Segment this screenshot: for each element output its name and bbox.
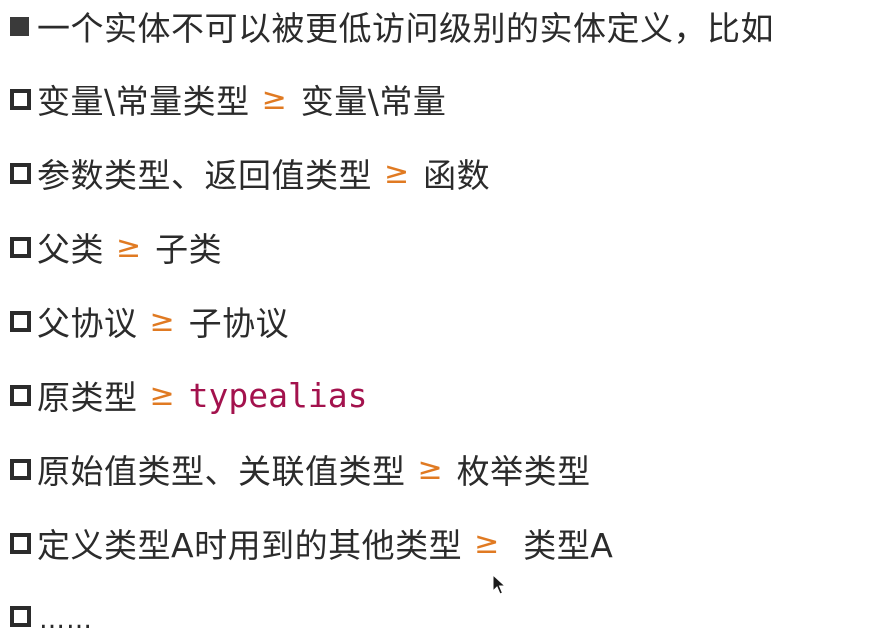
hollow-square-bullet-icon [10, 310, 31, 332]
ellipsis-item: …… [10, 594, 93, 638]
headline: 一个实体不可以被更低访问级别的实体定义，比如 [10, 4, 774, 48]
hollow-square-bullet-icon [10, 532, 31, 554]
slide: 一个实体不可以被更低访问级别的实体定义，比如 变量\常量类型 ≥ 变量\常量 参… [0, 0, 894, 642]
rule-lhs: 原类型 [37, 378, 138, 417]
rule-item: 原类型 ≥ typealias [10, 373, 367, 417]
rule-item: 参数类型、返回值类型 ≥ 函数 [10, 151, 490, 195]
rule-operator: ≥ [149, 303, 175, 339]
rule-operator: ≥ [417, 451, 443, 487]
rule-operator: ≥ [149, 377, 175, 413]
rule-operator: ≥ [261, 81, 287, 117]
rule-operator: ≥ [474, 525, 500, 561]
hollow-square-bullet-icon [10, 88, 31, 110]
rule-rhs: 枚举类型 [456, 452, 591, 491]
hollow-square-bullet-icon [10, 162, 31, 184]
ellipsis-text: …… [39, 605, 93, 635]
rule-rhs: 子类 [155, 230, 223, 269]
rule-item: 父类 ≥ 子类 [10, 225, 222, 269]
rule-lhs: 父协议 [37, 304, 138, 343]
rule-lhs: 原始值类型、关联值类型 [37, 452, 406, 491]
rule-lhs: 父类 [37, 230, 104, 269]
rule-rhs: 子协议 [188, 304, 290, 343]
hollow-square-bullet-icon [10, 605, 31, 627]
rule-lhs: 定义类型A时用到的其他类型 [37, 526, 463, 565]
filled-square-bullet-icon [10, 16, 29, 36]
hollow-square-bullet-icon [10, 458, 31, 480]
rule-rhs: 类型A [523, 526, 614, 565]
rule-operator: ≥ [116, 229, 142, 265]
rule-rhs: 变量\常量 [300, 82, 447, 121]
rule-item: 变量\常量类型 ≥ 变量\常量 [10, 77, 446, 121]
hollow-square-bullet-icon [10, 384, 31, 406]
rule-rhs: 函数 [423, 156, 491, 195]
rule-lhs: 参数类型、返回值类型 [37, 156, 372, 195]
hollow-square-bullet-icon [10, 236, 31, 258]
rule-lhs: 变量\常量类型 [37, 82, 250, 121]
rule-rhs-code: typealias [188, 375, 368, 415]
headline-text: 一个实体不可以被更低访问级别的实体定义，比如 [37, 9, 774, 48]
rule-item: 父协议 ≥ 子协议 [10, 299, 289, 343]
rule-item: 定义类型A时用到的其他类型 ≥ 类型A [10, 521, 613, 565]
mouse-pointer-icon [492, 574, 506, 595]
rule-item: 原始值类型、关联值类型 ≥ 枚举类型 [10, 447, 591, 491]
rule-operator: ≥ [384, 155, 410, 191]
